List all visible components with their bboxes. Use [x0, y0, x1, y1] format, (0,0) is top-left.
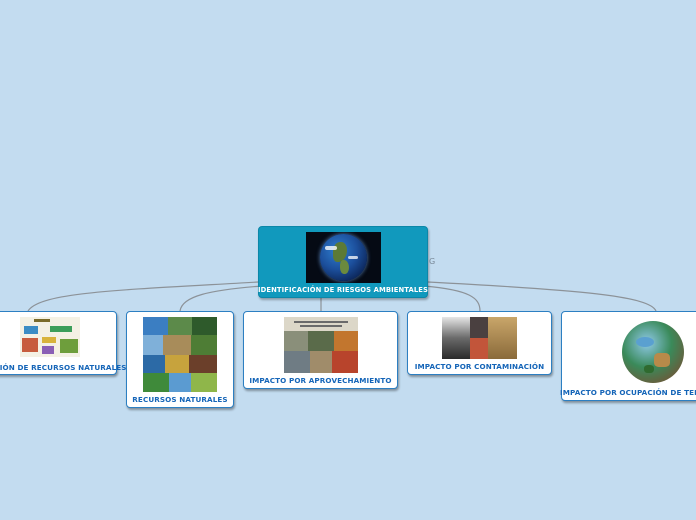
pollution-collage-icon — [442, 317, 517, 359]
exploitation-collage-icon — [283, 317, 358, 373]
connector-recursos-naturales — [179, 285, 263, 312]
root-topic-label: IDENTIFICACIÓN DE RIESGOS AMBIENTALES — [258, 286, 429, 294]
root-topic[interactable]: IDENTIFICACIÓN DE RIESGOS AMBIENTALES — [258, 226, 428, 298]
side-glyph: G — [429, 257, 436, 266]
globe-earth-icon — [305, 232, 381, 283]
connector-impacto-ocupacion — [427, 281, 657, 312]
resource-infographic-icon — [19, 317, 80, 357]
topic-label-impacto-aprovechamiento: IMPACTO POR APROVECHAMIENTO — [249, 376, 392, 385]
nature-collage-icon — [143, 317, 217, 392]
topic-label-recursos-naturales: RECURSOS NATURALES — [132, 395, 228, 404]
topic-impacto-contaminacion[interactable]: IMPACTO POR CONTAMINACIÓN — [407, 311, 552, 375]
topic-label-impacto-contaminacion: IMPACTO POR CONTAMINACIÓN — [414, 362, 545, 371]
mindmap-canvas: IDENTIFICACIÓN DE RIESGOS AMBIENTALES G … — [0, 0, 696, 520]
topic-label-impacto-ocupacion: IMPACTO POR OCUPACIÓN DE TERRITORIO — [560, 388, 696, 397]
connector-recursos-naturales-gestion — [27, 281, 259, 312]
topic-recursos-naturales[interactable]: RECURSOS NATURALES — [126, 311, 234, 408]
topic-impacto-aprovechamiento[interactable]: IMPACTO POR APROVECHAMIENTO — [243, 311, 398, 389]
territory-globe-icon — [614, 317, 690, 385]
topic-recursos-naturales-gestion[interactable]: GESTIÓN DE RECURSOS NATURALES — [0, 311, 126, 375]
topic-label-recursos-naturales-gestion: GESTIÓN DE RECURSOS NATURALES — [0, 363, 127, 372]
connector-impacto-contaminacion — [423, 285, 481, 312]
topic-impacto-ocupacion[interactable]: IMPACTO POR OCUPACIÓN DE TERRITORIO — [560, 311, 696, 401]
